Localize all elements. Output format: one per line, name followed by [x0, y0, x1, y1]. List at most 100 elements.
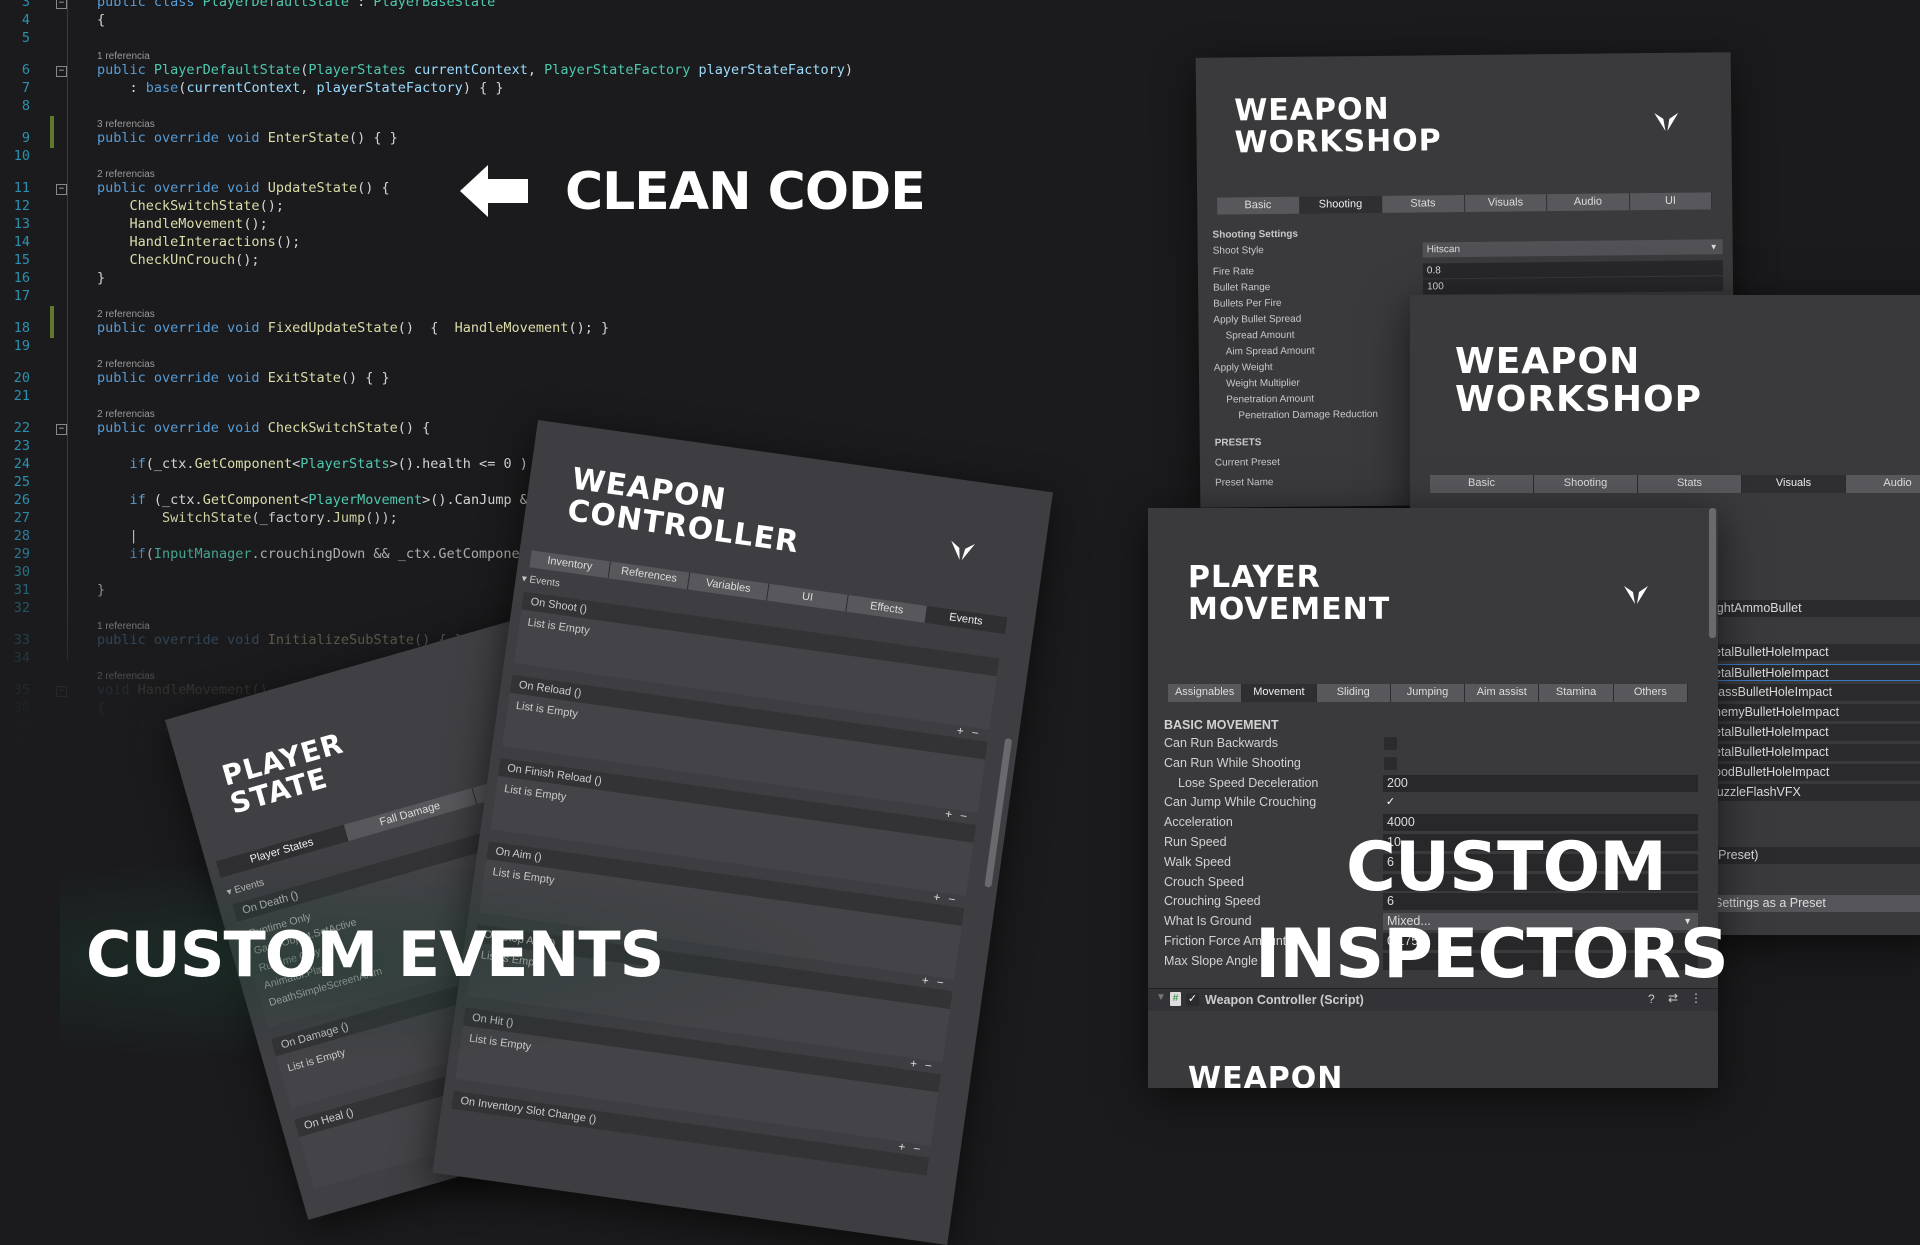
tab-basic[interactable]: Basic	[1217, 196, 1300, 215]
field-label: Crouch Speed	[1164, 874, 1244, 889]
tab-movement[interactable]: Movement	[1242, 684, 1317, 702]
code-line[interactable]: 6 − public PlayerDefaultState(PlayerStates…	[0, 62, 1100, 80]
tab-basic[interactable]: Basic	[1430, 475, 1534, 493]
tab-inventory[interactable]: Inventory	[529, 550, 612, 579]
code-line[interactable]: 12 CheckSwitchState();	[0, 198, 1100, 216]
tab-stats[interactable]: Stats	[1382, 195, 1465, 213]
code-line[interactable]: 20 public override void ExitState() { }	[0, 370, 1100, 388]
remove-listener-button[interactable]: −	[971, 725, 980, 740]
line-number: 11	[13, 180, 30, 196]
code-line[interactable]: 7 : base(currentContext, playerStateFact…	[0, 80, 1100, 98]
checkbox-checked[interactable]: ✓	[1384, 796, 1397, 809]
tab-stats[interactable]: Stats	[1638, 475, 1742, 493]
tab-effects[interactable]: Effects	[846, 594, 928, 623]
code-line[interactable]: 9 public override void EnterState() { }	[0, 116, 1100, 148]
asset-list-item[interactable]: etalBulletHoleImpact	[1710, 664, 1920, 681]
tab-events[interactable]: Events	[925, 606, 1008, 635]
tab-others[interactable]: Others	[1613, 684, 1688, 702]
tab-sliding[interactable]: Sliding	[1316, 684, 1391, 702]
help-icon[interactable]: ?	[1648, 992, 1655, 1006]
codelens-references[interactable]: 2 referencias	[97, 359, 155, 370]
add-listener-button[interactable]: +	[933, 890, 942, 905]
codelens-references[interactable]: 2 referencias	[97, 409, 155, 420]
remove-listener-button[interactable]: −	[947, 892, 956, 907]
code-text: HandleMovement();	[97, 216, 268, 232]
tab-visuals[interactable]: Visuals	[1742, 475, 1846, 493]
tab-ui[interactable]: UI	[767, 583, 849, 612]
weapon-controller-panel: WEAPON CONTROLLER Inventory References Vari…	[432, 420, 1053, 1245]
codelens-references[interactable]: 1 referencia	[97, 51, 150, 62]
codelens-references[interactable]: 3 referencias	[97, 119, 155, 130]
tab-references[interactable]: References	[608, 561, 691, 590]
asset-list-item[interactable]: etalBulletHoleImpact	[1710, 724, 1920, 741]
events-foldout[interactable]: ▾ Events	[521, 573, 561, 589]
tab-audio[interactable]: Audio	[1846, 475, 1920, 493]
indent-guide	[67, 0, 68, 660]
collapse-icon[interactable]: −	[56, 184, 67, 195]
tab-ui[interactable]: UI	[1629, 192, 1713, 211]
code-line[interactable]: 11 − public override void UpdateState() {	[0, 180, 1100, 198]
remove-listener-button[interactable]: −	[959, 809, 968, 824]
field-label: Can Run Backwards	[1164, 736, 1278, 750]
add-listener-button[interactable]: +	[956, 723, 965, 738]
code-line[interactable]: 14 HandleInteractions();	[0, 234, 1100, 252]
code-line[interactable]: 4{	[0, 12, 1100, 30]
tab-audio[interactable]: Audio	[1547, 193, 1630, 212]
tab-visuals[interactable]: Visuals	[1464, 194, 1548, 213]
add-listener-button[interactable]: +	[921, 973, 930, 988]
code-line[interactable]: 21	[0, 388, 1100, 406]
tab-shooting[interactable]: Shooting	[1299, 195, 1383, 214]
line-number: 20	[13, 370, 30, 386]
panel-title: WEAPON WORKSHOP	[1455, 341, 1702, 420]
field-input[interactable]: 200	[1383, 774, 1698, 792]
codelens-references[interactable]: 2 referencias	[97, 309, 155, 320]
collapse-icon[interactable]: −	[56, 66, 67, 77]
tab-fall-damage[interactable]: Fall Damage	[344, 787, 477, 842]
component-enabled-checkbox[interactable]: ✓	[1186, 993, 1199, 1006]
scrollbar[interactable]	[1709, 508, 1716, 638]
code-line[interactable]: 10	[0, 148, 1100, 166]
add-listener-button[interactable]: +	[897, 1139, 906, 1154]
foldout-arrow-icon[interactable]: ▼	[1156, 992, 1166, 1003]
tab-jumping[interactable]: Jumping	[1390, 684, 1466, 702]
code-line[interactable]: 3 − public class PlayerDefaultState : Play…	[0, 0, 1100, 12]
code-line[interactable]: 16}	[0, 270, 1100, 288]
collapse-icon[interactable]: −	[56, 0, 67, 9]
code-line[interactable]: 8	[0, 98, 1100, 116]
asset-list-item[interactable]: nemyBulletHoleImpact	[1710, 704, 1920, 721]
tab-shooting[interactable]: Shooting	[1534, 475, 1638, 493]
asset-list-item[interactable]: etalBulletHoleImpact	[1710, 744, 1920, 761]
tab-stamina[interactable]: Stamina	[1539, 684, 1614, 702]
asset-list-item[interactable]: ightAmmoBullet	[1710, 600, 1920, 617]
asset-list-item[interactable]: etalBulletHoleImpact	[1710, 644, 1920, 661]
add-listener-button[interactable]: +	[944, 807, 953, 822]
change-marker	[50, 116, 54, 148]
tab-assignables[interactable]: Assignables	[1168, 684, 1243, 702]
remove-listener-button[interactable]: −	[912, 1141, 921, 1156]
remove-listener-button[interactable]: −	[924, 1058, 933, 1073]
remove-listener-button[interactable]: −	[936, 975, 945, 990]
dropdown-arrow-icon: ▼	[1709, 242, 1718, 252]
asset-list-item[interactable]: oodBulletHoleImpact	[1710, 764, 1920, 781]
tab-aim-assist[interactable]: Aim assist	[1465, 684, 1540, 702]
checkbox-unchecked[interactable]	[1384, 737, 1397, 750]
field-input[interactable]: 100	[1422, 276, 1724, 295]
code-line[interactable]: 19	[0, 338, 1100, 356]
code-line[interactable]: 13 HandleMovement();	[0, 216, 1100, 234]
add-listener-button[interactable]: +	[909, 1056, 918, 1071]
code-line[interactable]: 17	[0, 288, 1100, 306]
shoot-style-dropdown[interactable]: Hitscan ▼	[1422, 239, 1723, 258]
preset-field[interactable]: (Preset)	[1710, 847, 1920, 864]
code-line[interactable]: 15 CheckUnCrouch();	[0, 252, 1100, 270]
field-input[interactable]: 0.8	[1422, 260, 1723, 279]
asset-list-item[interactable]: luzzleFlashVFX	[1710, 784, 1920, 801]
tab-variables[interactable]: Variables	[687, 572, 770, 601]
tab-bar: Assignables Movement Sliding Jumping Aim ass…	[1168, 684, 1688, 702]
checkbox-unchecked[interactable]	[1384, 756, 1397, 770]
code-line[interactable]: 5	[0, 30, 1100, 48]
save-preset-button[interactable]: Settings as a Preset	[1710, 895, 1920, 912]
codelens-references[interactable]: 2 referencias	[97, 169, 155, 180]
asset-list-item[interactable]: rassBulletHoleImpact	[1710, 684, 1920, 701]
collapse-icon[interactable]: −	[56, 424, 67, 435]
code-line[interactable]: 18 public override void FixedUpdateState(…	[0, 306, 1100, 338]
